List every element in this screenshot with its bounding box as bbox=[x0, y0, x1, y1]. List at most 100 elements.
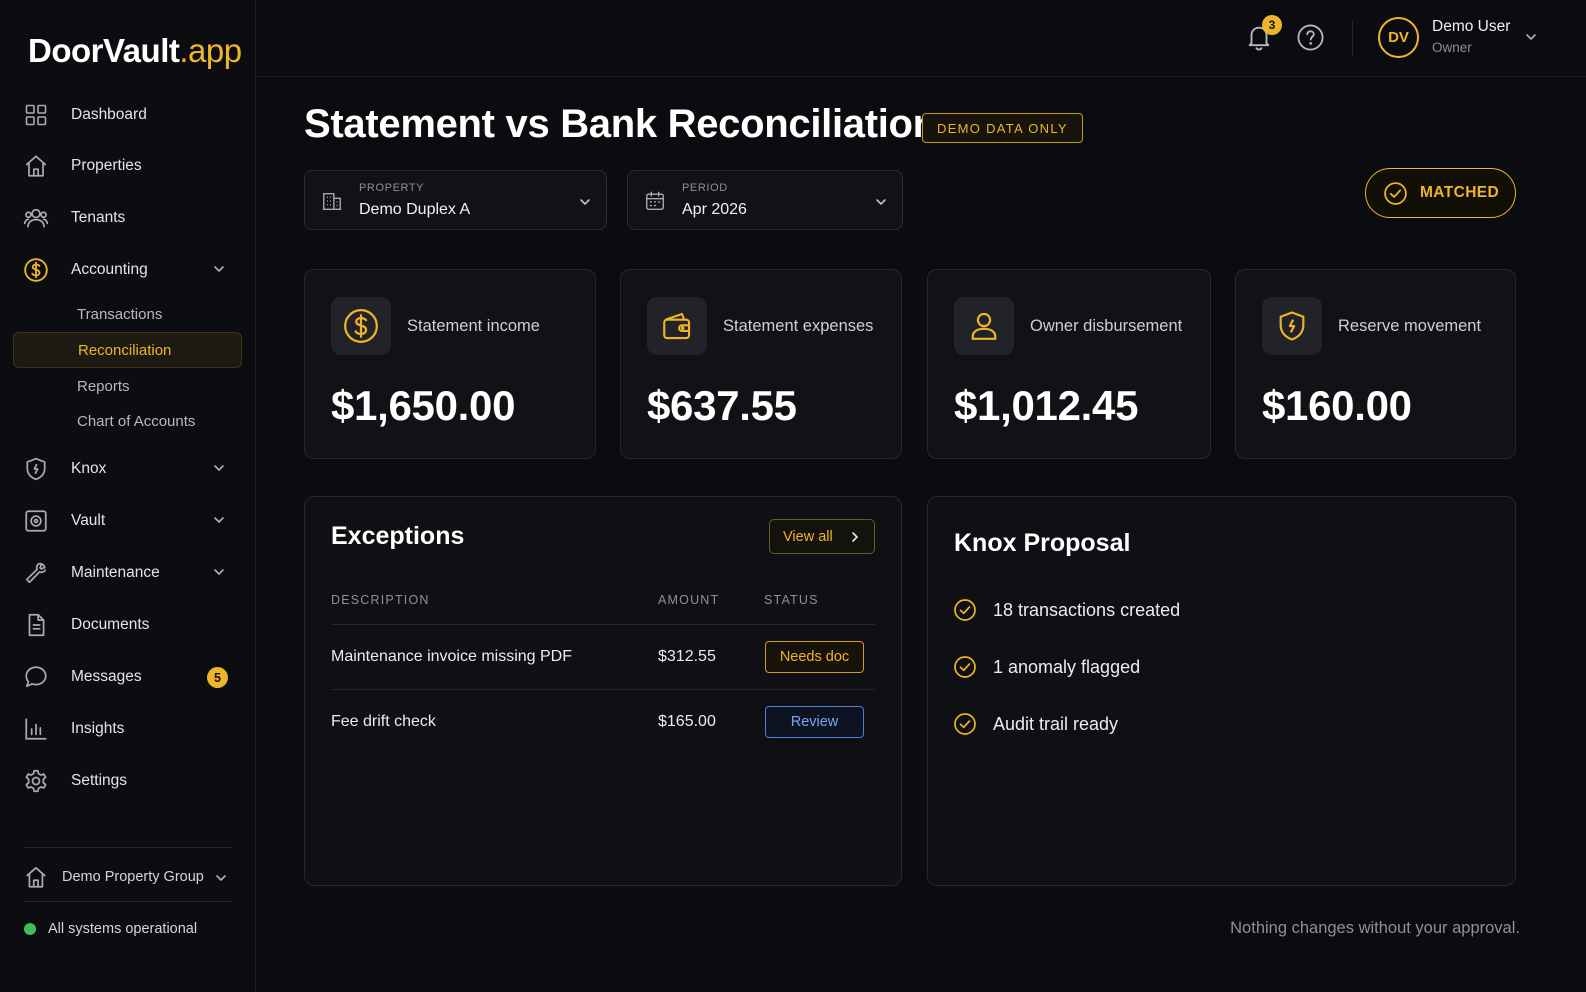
sidebar-item-settings[interactable]: Settings bbox=[24, 761, 236, 801]
home-icon bbox=[24, 864, 50, 890]
avatar[interactable]: DV bbox=[1378, 17, 1419, 58]
stat-label: Owner disbursement bbox=[1030, 317, 1183, 335]
chevron-down-icon bbox=[874, 195, 888, 209]
column-header-status: STATUS bbox=[764, 593, 819, 607]
chevron-down-icon bbox=[212, 513, 226, 527]
sidebar-item-label: Settings bbox=[71, 772, 128, 789]
grid-icon bbox=[18, 97, 54, 133]
knox-proposal-item-text: Audit trail ready bbox=[993, 713, 1119, 734]
knox-proposal-item-text: 18 transactions created bbox=[993, 599, 1181, 620]
dollar-icon bbox=[331, 297, 391, 355]
user-icon bbox=[954, 297, 1014, 355]
brand-name: DoorVault bbox=[28, 32, 180, 69]
messages-count-badge: 5 bbox=[207, 667, 228, 688]
safe-icon bbox=[18, 503, 54, 539]
knox-proposal-item: 1 anomaly flagged bbox=[953, 654, 1140, 680]
topbar-divider bbox=[1352, 20, 1353, 56]
topbar: 3 DV Demo User Owner bbox=[256, 0, 1586, 77]
stat-value: $637.55 bbox=[647, 382, 797, 429]
dollar-icon bbox=[18, 252, 54, 288]
property-select[interactable]: PROPERTY Demo Duplex A bbox=[304, 170, 607, 230]
stat-card-reserve-movement: Reserve movement $160.00 bbox=[1235, 269, 1516, 459]
demo-data-badge: DEMO DATA ONLY bbox=[922, 113, 1083, 143]
table-divider bbox=[331, 624, 875, 625]
period-select[interactable]: PERIOD Apr 2026 bbox=[627, 170, 903, 230]
gear-icon bbox=[18, 763, 54, 799]
chevron-right-icon bbox=[848, 530, 862, 544]
sidebar-item-accounting[interactable]: Accounting bbox=[24, 250, 236, 290]
stat-label: Reserve movement bbox=[1338, 317, 1482, 335]
sidebar-item-knox[interactable]: Knox bbox=[24, 449, 236, 489]
knox-proposal-item: Audit trail ready bbox=[953, 711, 1118, 737]
view-all-label: View all bbox=[783, 528, 833, 545]
stat-card-statement-income: Statement income $1,650.00 bbox=[304, 269, 596, 459]
sidebar-subitem-chart-of-accounts[interactable]: Chart of Accounts bbox=[13, 403, 242, 439]
property-group-selector[interactable]: Demo Property Group bbox=[24, 860, 232, 894]
calendar-icon bbox=[644, 190, 666, 212]
period-select-label: PERIOD bbox=[682, 182, 728, 194]
sidebar-item-label: Knox bbox=[71, 460, 107, 477]
user-name[interactable]: Demo User bbox=[1432, 18, 1510, 36]
chat-icon bbox=[18, 659, 54, 695]
sidebar-item-label: Maintenance bbox=[71, 564, 160, 581]
home-icon bbox=[18, 148, 54, 184]
help-icon[interactable] bbox=[1296, 23, 1325, 52]
check-circle-icon bbox=[953, 655, 977, 679]
status-dot bbox=[24, 923, 36, 935]
stat-label: Statement expenses bbox=[723, 317, 874, 335]
brand-logo[interactable]: DoorVault.app bbox=[28, 32, 242, 70]
stat-value: $1,650.00 bbox=[331, 382, 516, 429]
check-circle-icon bbox=[953, 712, 977, 736]
column-header-description: DESCRIPTION bbox=[331, 593, 430, 607]
building-icon bbox=[321, 190, 343, 212]
sidebar-item-label: Tenants bbox=[71, 209, 126, 226]
stat-card-statement-expenses: Statement expenses $637.55 bbox=[620, 269, 902, 459]
wrench-icon bbox=[18, 555, 54, 591]
check-circle-icon bbox=[953, 598, 977, 622]
column-header-amount: AMOUNT bbox=[658, 593, 720, 607]
sidebar-subitem-transactions[interactable]: Transactions bbox=[13, 296, 242, 332]
check-circle-icon bbox=[1383, 181, 1408, 206]
user-role: Owner bbox=[1432, 40, 1472, 55]
sidebar-item-maintenance[interactable]: Maintenance bbox=[24, 553, 236, 593]
system-status: All systems operational bbox=[24, 918, 197, 940]
sidebar-item-label: Vault bbox=[71, 512, 106, 529]
sidebar-item-tenants[interactable]: Tenants bbox=[23, 198, 236, 238]
stat-value: $1,012.45 bbox=[954, 382, 1139, 429]
chevron-down-icon bbox=[212, 262, 226, 276]
view-all-button[interactable]: View all bbox=[769, 519, 875, 554]
notification-count-badge: 3 bbox=[1262, 15, 1282, 35]
sidebar-item-documents[interactable]: Documents bbox=[24, 605, 236, 645]
shield-icon bbox=[18, 451, 54, 487]
sidebar-divider bbox=[24, 847, 232, 848]
chevron-down-icon bbox=[578, 195, 592, 209]
sidebar-item-dashboard[interactable]: Dashboard bbox=[24, 95, 236, 135]
row-description: Fee drift check bbox=[331, 713, 436, 730]
page-title: Statement vs Bank Reconciliation bbox=[304, 102, 937, 146]
matched-status-button[interactable]: MATCHED bbox=[1365, 168, 1516, 218]
users-icon bbox=[18, 200, 54, 236]
sidebar-divider bbox=[24, 901, 232, 902]
knox-proposal-item: 18 transactions created bbox=[953, 597, 1180, 623]
knox-proposal-item-text: 1 anomaly flagged bbox=[993, 656, 1141, 677]
sidebar-item-messages[interactable]: Messages 5 bbox=[24, 657, 236, 697]
sidebar-item-vault[interactable]: Vault bbox=[24, 501, 236, 541]
exceptions-title: Exceptions bbox=[331, 522, 465, 550]
period-select-value: Apr 2026 bbox=[682, 201, 747, 218]
chevron-down-icon[interactable] bbox=[1524, 30, 1538, 44]
sidebar-subitem-reconciliation[interactable]: Reconciliation bbox=[13, 332, 242, 368]
document-icon bbox=[18, 607, 54, 643]
sidebar-item-label: Properties bbox=[71, 157, 142, 174]
knox-proposal-title: Knox Proposal bbox=[954, 529, 1131, 557]
sidebar-item-label: Insights bbox=[71, 720, 125, 737]
status-badge-review[interactable]: Review bbox=[765, 706, 864, 738]
sidebar-item-label: Accounting bbox=[71, 261, 148, 278]
sidebar-item-label: Dashboard bbox=[71, 106, 147, 123]
sidebar-subitem-reports[interactable]: Reports bbox=[13, 368, 242, 404]
brand-suffix: .app bbox=[179, 32, 242, 69]
row-amount: $312.55 bbox=[658, 648, 716, 665]
chevron-down-icon bbox=[214, 871, 228, 885]
status-badge-needs-doc[interactable]: Needs doc bbox=[765, 641, 864, 673]
sidebar-item-properties[interactable]: Properties bbox=[24, 146, 236, 186]
sidebar-item-insights[interactable]: Insights bbox=[24, 709, 236, 749]
